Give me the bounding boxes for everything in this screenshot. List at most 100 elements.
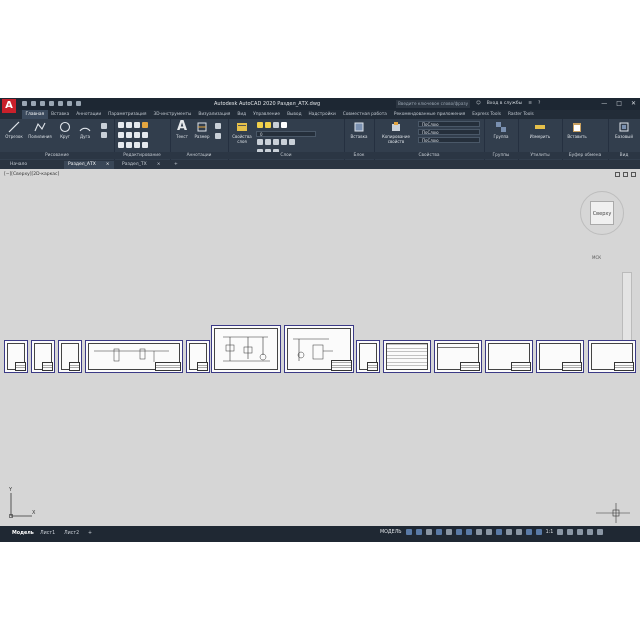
layer-properties-button[interactable]: Свойства слоя xyxy=(231,121,253,144)
search-input[interactable]: Введите ключевое слово/фразу xyxy=(396,100,470,108)
save-icon[interactable] xyxy=(40,101,45,106)
fillet-icon[interactable] xyxy=(134,132,140,138)
layer-match-icon[interactable] xyxy=(265,139,271,145)
text-button[interactable]: A Текст xyxy=(174,120,190,140)
scale-icon[interactable] xyxy=(126,142,132,148)
ribbon-tab[interactable]: Визуализация xyxy=(195,110,234,119)
ribbon-tab[interactable]: Управление xyxy=(250,110,284,119)
dimension-button[interactable]: Размер xyxy=(192,121,212,139)
undo-icon[interactable] xyxy=(67,101,72,106)
explode-icon[interactable] xyxy=(142,132,148,138)
utilities-panel-title[interactable]: Утилиты xyxy=(518,152,562,159)
customize-menu-icon[interactable] xyxy=(597,529,604,535)
stretch-icon[interactable] xyxy=(118,142,124,148)
linetype-dropdown[interactable]: ПоСлою xyxy=(418,137,480,143)
layer-color-icon[interactable] xyxy=(281,122,287,128)
draw-panel-title[interactable]: Рисование xyxy=(0,152,114,159)
new-tab-button[interactable]: + xyxy=(170,161,182,169)
wcs-menu[interactable]: МСК xyxy=(592,255,601,260)
clipboard-panel-title[interactable]: Буфер обмена xyxy=(562,152,608,159)
minimize-icon[interactable] xyxy=(615,172,620,177)
dynamic-ucs-icon[interactable] xyxy=(515,529,522,535)
save-as-icon[interactable] xyxy=(49,101,54,106)
annotation-panel-title[interactable]: Аннотации xyxy=(170,152,228,159)
grid-icon[interactable] xyxy=(405,529,412,535)
workspace-gear-icon[interactable] xyxy=(557,529,564,535)
doc-tab-th[interactable]: Раздел_ТХ × xyxy=(118,161,164,169)
match-properties-button[interactable]: Копирование свойств xyxy=(377,121,415,144)
array-icon[interactable] xyxy=(134,142,140,148)
draw-more-tools[interactable] xyxy=(97,122,111,140)
restore-icon[interactable] xyxy=(623,172,628,177)
signin-link[interactable]: Вход в службы xyxy=(487,101,523,106)
lineweight-icon[interactable] xyxy=(475,529,482,535)
close-icon[interactable]: × xyxy=(106,162,110,167)
viewcube[interactable]: Сверху xyxy=(590,201,614,225)
close-icon[interactable] xyxy=(631,172,636,177)
layer-dropdown[interactable]: 0 xyxy=(256,131,316,137)
circle-button[interactable]: Круг xyxy=(57,121,73,139)
erase-icon[interactable] xyxy=(142,122,148,128)
polar-icon[interactable] xyxy=(435,529,442,535)
user-icon[interactable]: ☺ xyxy=(476,101,481,106)
selection-cycling-icon[interactable] xyxy=(495,529,502,535)
layer-prev-icon[interactable] xyxy=(289,139,295,145)
mirror-icon[interactable] xyxy=(126,132,132,138)
layers-panel-title[interactable]: Слои xyxy=(228,152,344,159)
ortho-icon[interactable] xyxy=(425,529,432,535)
layout-tab-sheet1[interactable]: Лист1 xyxy=(36,529,59,539)
block-panel-title[interactable]: Блок xyxy=(344,152,374,159)
ribbon-tab[interactable]: Аннотации xyxy=(73,110,105,119)
layer-on-icon[interactable] xyxy=(257,122,263,128)
ribbon-tab[interactable]: Вставка xyxy=(48,110,73,119)
rotate-icon[interactable] xyxy=(126,122,132,128)
arc-button[interactable]: Дуга xyxy=(77,121,93,139)
layer-off-icon[interactable] xyxy=(281,139,287,145)
layer-freeze-icon[interactable] xyxy=(265,122,271,128)
ribbon-tab[interactable]: Надстройки xyxy=(305,110,339,119)
ribbon-tab[interactable]: Express Tools xyxy=(469,110,505,119)
modify-panel-title[interactable]: Редактирование xyxy=(114,152,170,159)
copy-icon[interactable] xyxy=(118,132,124,138)
ribbon-tab[interactable]: Рекомендованные приложения xyxy=(390,110,468,119)
autoscale-icon[interactable] xyxy=(535,529,542,535)
isolate-objects-icon[interactable] xyxy=(577,529,584,535)
maximize-icon[interactable]: □ xyxy=(616,100,622,107)
object-snap-tracking-icon[interactable] xyxy=(455,529,462,535)
layout-tab-sheet2[interactable]: Лист2 xyxy=(60,529,83,539)
ribbon-tab[interactable]: 3D-инструменты xyxy=(150,110,195,119)
fullscreen-icon[interactable] xyxy=(587,529,594,535)
cart-icon[interactable]: ≡ xyxy=(528,101,532,106)
layer-lock-icon[interactable] xyxy=(273,122,279,128)
ribbon-tab[interactable]: Совместная работа xyxy=(339,110,390,119)
table-icon[interactable] xyxy=(215,133,221,139)
annotation-scale[interactable]: 1:1 xyxy=(546,530,554,535)
polyline-button[interactable]: Полилиния xyxy=(27,121,53,139)
snap-icon[interactable] xyxy=(415,529,422,535)
model-space-toggle[interactable]: МОДЕЛЬ xyxy=(380,530,402,535)
new-icon[interactable] xyxy=(22,101,27,106)
3d-osnap-icon[interactable] xyxy=(505,529,512,535)
measure-button[interactable]: Измерить xyxy=(521,121,559,139)
ribbon-tab[interactable]: Вывод xyxy=(284,110,305,119)
drawing-canvas[interactable]: [−][Сверху][2D-каркас] Сверху МСК Y X xyxy=(0,169,640,526)
object-snap-icon[interactable] xyxy=(465,529,472,535)
layer-walk-icon[interactable] xyxy=(273,139,279,145)
transparency-icon[interactable] xyxy=(485,529,492,535)
group-button[interactable]: Группа xyxy=(487,121,515,139)
move-icon[interactable] xyxy=(118,122,124,128)
redo-icon[interactable] xyxy=(76,101,81,106)
paste-button[interactable]: Вставить xyxy=(565,121,589,139)
trim-icon[interactable] xyxy=(134,122,140,128)
isodraft-icon[interactable] xyxy=(445,529,452,535)
ribbon-tab[interactable]: Raster Tools xyxy=(504,110,537,119)
base-view-button[interactable]: Базовый xyxy=(610,121,638,139)
color-dropdown[interactable]: ПоСлою xyxy=(418,121,480,127)
view-panel-title[interactable]: Вид xyxy=(608,152,640,159)
open-icon[interactable] xyxy=(31,101,36,106)
offset-icon[interactable] xyxy=(142,142,148,148)
ribbon-tab[interactable]: Параметризация xyxy=(105,110,150,119)
layer-iso-icon[interactable] xyxy=(257,139,263,145)
layout-tab-model[interactable]: Модель xyxy=(8,529,38,539)
close-icon[interactable]: ✕ xyxy=(631,100,636,107)
